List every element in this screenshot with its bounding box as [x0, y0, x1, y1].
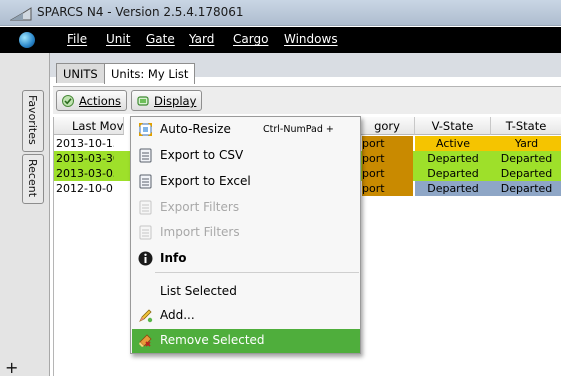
menu-item-list-selected[interactable]: List Selected	[132, 280, 360, 304]
column-header-t-state-label: T-State	[505, 119, 547, 133]
actions-button[interactable]: Actions	[56, 90, 128, 111]
add-icon	[139, 309, 153, 323]
column-header-v-state[interactable]: V-State	[415, 117, 491, 135]
menu-item-list-selected-label: List Selected	[160, 284, 237, 298]
row-t-state: Yard	[491, 136, 561, 151]
menu-item-auto-resize[interactable]: Auto-Resize Ctrl-NumPad +	[132, 118, 360, 142]
menu-item-auto-resize-label: Auto-Resize	[160, 122, 231, 136]
menu-item-export-csv[interactable]: Export to CSV	[132, 144, 360, 168]
row-last-move: 2013-03-05 1!	[56, 167, 114, 180]
auto-resize-icon	[139, 123, 152, 136]
row-last-move: 2013-03-30 0	[56, 152, 114, 165]
side-tab-favorites-label: Favorites	[26, 95, 39, 145]
row-v-state: Departed	[415, 151, 491, 166]
menu-item-export-filters[interactable]: Export Filters	[132, 196, 360, 220]
info-icon	[138, 251, 153, 266]
menu-cargo[interactable]: Cargo	[233, 32, 268, 46]
export-filters-icon	[139, 200, 152, 215]
row-category: port	[362, 136, 413, 151]
side-tab-favorites[interactable]: Favorites	[22, 90, 44, 152]
row-t-state: Departed	[491, 181, 561, 196]
tab-units-my-list[interactable]: Units: My List	[104, 63, 196, 84]
row-category: port	[362, 181, 413, 196]
menu-item-remove-selected[interactable]: Remove Selected	[132, 329, 360, 353]
row-v-state: Active	[415, 136, 491, 151]
menu-item-import-filters-label: Import Filters	[160, 225, 240, 239]
row-category: port	[362, 166, 413, 181]
row-v-state: Departed	[415, 181, 491, 196]
title-bar: SPARCS N4 - Version 2.5.4.178061	[0, 0, 561, 26]
actions-label: Actions	[79, 94, 122, 108]
menu-item-info[interactable]: Info	[132, 247, 360, 271]
export-excel-icon	[139, 174, 152, 189]
column-header-category[interactable]: gory	[360, 117, 415, 135]
toolbar: Actions Display	[53, 86, 561, 114]
menu-item-add-label: Add...	[160, 308, 195, 322]
menu-item-remove-selected-label: Remove Selected	[160, 333, 265, 347]
side-tab-recent-label: Recent	[26, 159, 39, 198]
plus-icon[interactable]: +	[5, 360, 18, 376]
row-category: port	[362, 151, 413, 166]
display-context-menu: Auto-Resize Ctrl-NumPad + Export to CSV …	[130, 116, 361, 354]
row-last-move: 2013-10-15 1	[56, 137, 114, 150]
menu-item-export-csv-label: Export to CSV	[160, 148, 244, 162]
menu-item-export-filters-label: Export Filters	[160, 200, 240, 214]
app-logo-icon	[10, 7, 32, 21]
column-header-category-label: gory	[374, 119, 400, 133]
menu-item-export-excel-label: Export to Excel	[160, 174, 251, 188]
menu-unit[interactable]: Unit	[106, 32, 130, 46]
globe-icon[interactable]	[19, 32, 35, 48]
menu-gate[interactable]: Gate	[146, 32, 175, 46]
export-csv-icon	[139, 148, 152, 163]
import-filters-icon	[139, 225, 152, 240]
display-icon	[137, 96, 149, 106]
menu-windows[interactable]: Windows	[284, 32, 338, 46]
column-header-last-move-label: Last Mov	[72, 119, 124, 133]
row-t-state: Departed	[491, 151, 561, 166]
menu-item-import-filters[interactable]: Import Filters	[132, 221, 360, 245]
menu-file[interactable]: File	[67, 32, 87, 46]
side-tab-recent[interactable]: Recent	[22, 154, 44, 204]
menu-item-info-label: Info	[160, 251, 187, 265]
row-v-state: Departed	[415, 166, 491, 181]
menu-bar: File Unit Gate Yard Cargo Windows	[0, 27, 561, 53]
remove-icon	[139, 334, 152, 347]
menu-item-export-excel[interactable]: Export to Excel	[132, 170, 360, 194]
checkmark-icon	[62, 95, 74, 107]
row-t-state: Departed	[491, 166, 561, 181]
window-title: SPARCS N4 - Version 2.5.4.178061	[37, 5, 244, 19]
column-header-v-state-label: V-State	[431, 119, 474, 133]
menu-separator	[155, 272, 359, 273]
menu-item-auto-resize-shortcut: Ctrl-NumPad +	[263, 124, 334, 135]
display-label: Display	[154, 94, 197, 108]
menu-yard[interactable]: Yard	[189, 32, 214, 46]
tab-units[interactable]: UNITS	[56, 63, 105, 83]
display-button[interactable]: Display	[131, 90, 203, 111]
column-header-t-state[interactable]: T-State	[491, 117, 561, 135]
menu-item-add[interactable]: Add...	[132, 304, 360, 328]
row-last-move: 2012-10-01 0	[56, 182, 114, 195]
column-header-last-move[interactable]: Last Mov	[54, 117, 124, 135]
